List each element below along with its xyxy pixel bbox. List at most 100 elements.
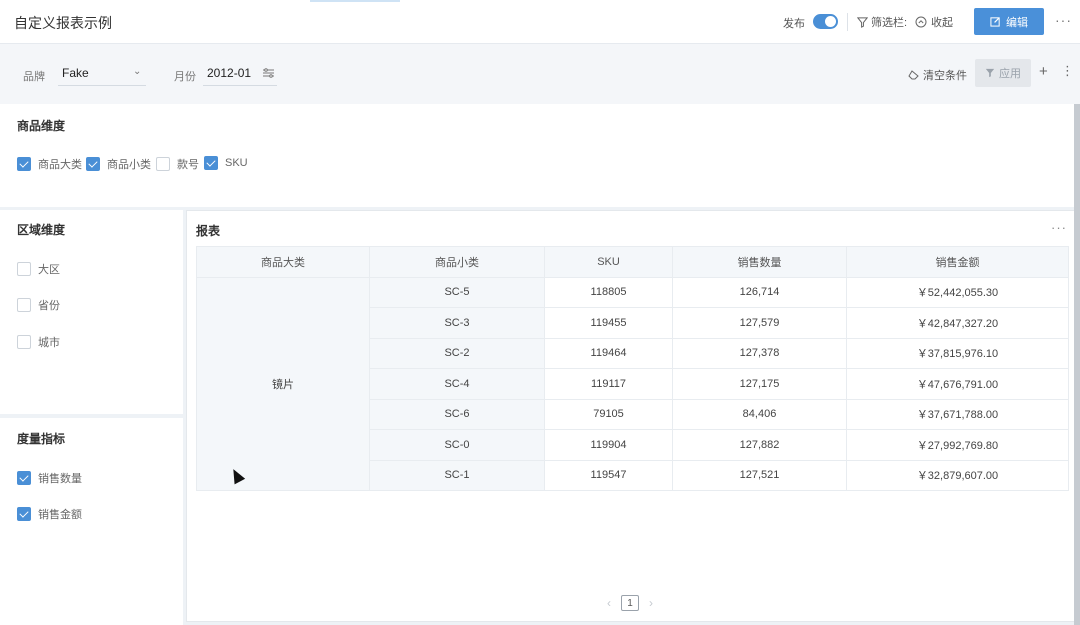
edit-icon (990, 17, 1000, 27)
report-panel: 报表 ··· 商品大类 商品小类 SKU 销售数量 销售金额 镜片 SC-5 1… (186, 210, 1078, 622)
top-bar: 自定义报表示例 发布 筛选栏: 收起 编辑 ··· (0, 0, 1080, 44)
report-title: 报表 (196, 224, 221, 238)
month-label: 月份 (174, 71, 196, 83)
loading-line (310, 0, 400, 2)
edit-label: 编辑 (1006, 16, 1028, 29)
pagination: ‹ 1 › (607, 595, 653, 611)
more-options-icon[interactable]: ··· (1055, 12, 1072, 28)
checkbox-product-subcategory[interactable]: 商品小类 (86, 156, 151, 172)
amount-cell: ￥47,676,791.00 (846, 368, 1069, 400)
region-dimension-panel: 区域维度 大区 省份 城市 (0, 210, 183, 414)
product-dimension-title: 商品维度 (17, 119, 66, 133)
checkbox-label: 商品大类 (38, 159, 82, 171)
publish-label: 发布 (783, 18, 805, 30)
checkbox-label: 商品小类 (107, 159, 151, 171)
checkbox-sku[interactable]: SKU (204, 156, 248, 170)
quantity-cell: 127,882 (672, 429, 847, 461)
sku-cell: 119547 (544, 459, 673, 491)
metrics-panel: 度量指标 销售数量 销售金额 (0, 418, 183, 625)
filter-icon (857, 16, 868, 28)
checkbox-city[interactable]: 城市 (17, 334, 60, 350)
quantity-cell: 127,521 (672, 459, 847, 491)
report-table: 商品大类 商品小类 SKU 销售数量 销售金额 镜片 SC-5 118805 1… (196, 246, 1069, 491)
filter-bar-label: 筛选栏: (871, 17, 908, 29)
column-header[interactable]: SKU (544, 246, 673, 278)
filter-row: 品牌 Fake ⌄ 月份 2012-01 清空条件 应用 + ⋮ (0, 44, 1080, 104)
checkbox-product-category[interactable]: 商品大类 (17, 156, 82, 172)
clear-conditions-button[interactable]: 清空条件 (908, 67, 967, 83)
filter-icon (985, 68, 995, 78)
collapse-button[interactable]: 收起 (915, 14, 953, 30)
checkbox-sales-amount[interactable]: 销售金额 (17, 506, 82, 522)
page-title: 自定义报表示例 (14, 15, 112, 31)
quantity-cell: 127,378 (672, 337, 847, 369)
checkbox[interactable] (204, 156, 218, 170)
collapse-circle-icon (915, 16, 927, 28)
checkbox-label: 省份 (38, 300, 60, 312)
column-header[interactable]: 销售金额 (846, 246, 1069, 278)
sku-cell: 119464 (544, 337, 673, 369)
quantity-cell: 127,175 (672, 368, 847, 400)
chevron-down-icon[interactable]: ⌄ (133, 66, 141, 77)
checkbox[interactable] (156, 157, 170, 171)
table-header-row: 商品大类 商品小类 SKU 销售数量 销售金额 (196, 246, 1069, 278)
amount-cell: ￥32,879,607.00 (846, 459, 1069, 491)
category-cell: 镜片 (196, 276, 370, 491)
scrollbar[interactable] (1074, 104, 1080, 625)
checkbox[interactable] (17, 471, 31, 485)
table-row: 镜片 SC-5 118805 126,714 ￥52,442,055.30 (196, 276, 1069, 491)
amount-cell: ￥37,815,976.10 (846, 337, 1069, 369)
quantity-cell: 126,714 (672, 276, 847, 308)
metrics-title: 度量指标 (17, 432, 66, 446)
add-filter-icon[interactable]: + (1039, 63, 1048, 80)
column-header[interactable]: 商品小类 (369, 246, 545, 278)
sku-cell: 119117 (544, 368, 673, 400)
adjust-icon[interactable] (263, 68, 274, 78)
more-options-icon[interactable]: ··· (1051, 220, 1067, 235)
publish-toggle[interactable] (813, 14, 838, 29)
chevron-right-icon[interactable]: › (649, 596, 653, 610)
subcategory-cell: SC-1 (369, 459, 545, 491)
column-header[interactable]: 销售数量 (672, 246, 847, 278)
month-underline (203, 85, 277, 86)
sku-cell: 79105 (544, 398, 673, 430)
eraser-icon (908, 70, 919, 80)
checkbox-sales-quantity[interactable]: 销售数量 (17, 470, 82, 486)
divider (847, 13, 848, 31)
apply-button[interactable]: 应用 (975, 59, 1031, 87)
checkbox-label: 大区 (38, 264, 60, 276)
checkbox-label: 城市 (38, 337, 60, 349)
filter-bar-toggle[interactable]: 筛选栏: (857, 14, 907, 30)
amount-cell: ￥27,992,769.80 (846, 429, 1069, 461)
checkbox[interactable] (86, 157, 100, 171)
checkbox[interactable] (17, 507, 31, 521)
checkbox-label: 销售数量 (38, 473, 82, 485)
edit-button[interactable]: 编辑 (974, 8, 1044, 35)
quantity-cell: 84,406 (672, 398, 847, 430)
checkbox-region[interactable]: 大区 (17, 261, 60, 277)
brand-label: 品牌 (23, 71, 45, 83)
checkbox[interactable] (17, 157, 31, 171)
checkbox[interactable] (17, 262, 31, 276)
quantity-cell: 127,579 (672, 307, 847, 339)
checkbox-label: 款号 (177, 159, 199, 171)
month-picker[interactable]: 2012-01 (207, 66, 251, 80)
brand-select[interactable]: Fake (62, 66, 89, 80)
chevron-left-icon[interactable]: ‹ (607, 596, 611, 610)
checkbox-label: 销售金额 (38, 509, 82, 521)
subcategory-cell: SC-4 (369, 368, 545, 400)
checkbox-style-number[interactable]: 款号 (156, 156, 199, 172)
sku-cell: 118805 (544, 276, 673, 308)
apply-label: 应用 (999, 68, 1021, 80)
subcategory-cell: SC-6 (369, 398, 545, 430)
subcategory-cell: SC-2 (369, 337, 545, 369)
column-header[interactable]: 商品大类 (196, 246, 370, 278)
checkbox-province[interactable]: 省份 (17, 297, 60, 313)
checkbox[interactable] (17, 298, 31, 312)
sku-cell: 119904 (544, 429, 673, 461)
product-dimension-panel: 商品维度 商品大类 商品小类 款号 SKU (0, 104, 1074, 207)
kebab-icon[interactable]: ⋮ (1061, 63, 1074, 79)
page-number[interactable]: 1 (621, 595, 639, 611)
subcategory-cell: SC-5 (369, 276, 545, 308)
checkbox[interactable] (17, 335, 31, 349)
